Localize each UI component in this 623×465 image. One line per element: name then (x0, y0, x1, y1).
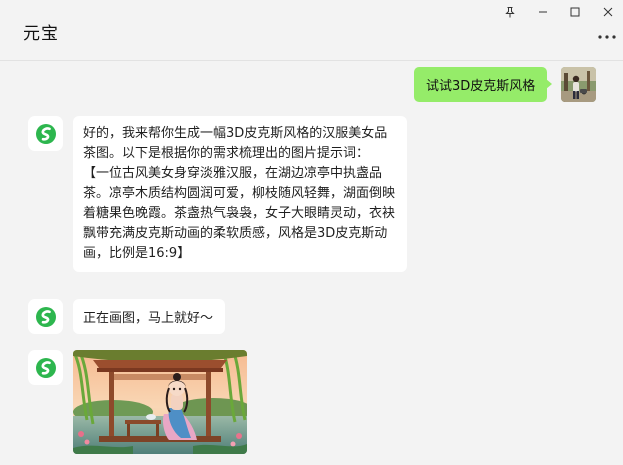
minimize-icon (539, 11, 547, 13)
close-button[interactable] (596, 3, 620, 21)
bubble-tail (546, 79, 553, 89)
user-message-bubble: 试试3D皮克斯风格 (414, 67, 553, 102)
title-bar: 元宝 (0, 0, 623, 61)
user-message-text: 试试3D皮克斯风格 (426, 79, 536, 94)
yuanbao-logo-icon (35, 306, 56, 327)
close-icon (603, 7, 613, 17)
user-avatar-photo (561, 67, 596, 102)
bot-status-text: 正在画图，马上就好～ (83, 311, 214, 326)
bot-reply-intro: 好的，我来帮你生成一幅3D皮克斯风格的汉服美女品茶图。以下是根据你的需求梳理出的… (83, 126, 388, 161)
pin-icon (505, 7, 515, 18)
bot-avatar[interactable] (28, 350, 63, 385)
generated-pavilion-illustration (73, 350, 247, 454)
maximize-button[interactable] (563, 3, 587, 21)
pin-button[interactable] (498, 3, 522, 21)
bot-status-bubble: 正在画图，马上就好～ (73, 299, 226, 334)
more-icon (598, 35, 616, 39)
more-options-button[interactable] (597, 30, 617, 44)
minimize-button[interactable] (531, 3, 555, 21)
app-title: 元宝 (23, 24, 59, 44)
bot-reply-bubble: 好的，我来帮你生成一幅3D皮克斯风格的汉服美女品茶图。以下是根据你的需求梳理出的… (73, 116, 407, 272)
generated-image[interactable] (73, 350, 247, 454)
yuanbao-logo-icon (35, 357, 56, 378)
user-avatar[interactable] (561, 67, 596, 102)
bot-reply-prompt: 【一位古风美女身穿淡雅汉服，在湖边凉亭中执盏品茶。凉亭木质结构圆润可爱，柳枝随风… (83, 166, 396, 261)
bot-avatar[interactable] (28, 116, 63, 151)
yuanbao-logo-icon (35, 123, 56, 144)
bot-avatar[interactable] (28, 299, 63, 334)
maximize-icon (570, 7, 580, 17)
